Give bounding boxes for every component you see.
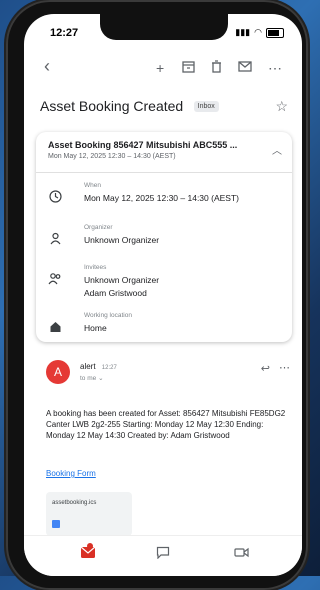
add-button[interactable]: +	[156, 60, 164, 76]
mark-unread-button[interactable]	[238, 60, 252, 76]
more-options-button[interactable]: ⋯	[268, 60, 282, 77]
when-row: When Mon May 12, 2025 12:30 – 14:30 (AES…	[48, 182, 282, 212]
notification-badge	[87, 543, 93, 549]
sender-time: 12:27	[101, 365, 117, 371]
organizer-value: Unknown Organizer	[84, 235, 160, 245]
organizer-row: Organizer Unknown Organizer	[48, 224, 282, 254]
location-label: Working location	[84, 312, 132, 319]
video-icon	[234, 547, 249, 558]
chevron-down-icon: ⌄	[98, 375, 104, 382]
nav-chat[interactable]	[156, 546, 170, 562]
email-subject: Asset Booking Created	[40, 98, 184, 114]
location-row: Working location Home	[48, 312, 282, 342]
divider	[36, 172, 292, 173]
attachment-card[interactable]: assetbooking.ics	[46, 492, 132, 536]
signal-icon: ▮▮▮	[235, 27, 251, 37]
clock-icon	[48, 190, 62, 204]
location-value: Home	[84, 323, 107, 333]
event-title: Asset Booking 856427 Mitsubishi ABC555 .…	[48, 140, 238, 150]
system-icons: ▮▮▮ ◠	[235, 27, 284, 38]
calendar-file-icon	[52, 520, 60, 528]
invitees-label: Invitees	[84, 264, 107, 271]
attachment-name: assetbooking.ics	[52, 500, 97, 506]
recipient-text: to me	[80, 375, 97, 382]
chat-icon	[156, 546, 170, 560]
when-label: When	[84, 182, 101, 189]
trash-icon	[212, 60, 221, 73]
notch	[100, 14, 228, 40]
subject-row: Asset Booking Created Inbox ☆	[40, 98, 288, 120]
invitee-item: Adam Gristwood	[84, 288, 147, 298]
location-body: Working location Home	[84, 312, 132, 335]
sender-name-line: alert 12:27	[80, 362, 117, 371]
screen: 12:27 ▮▮▮ ◠ ‹ + ⋯ Asset Booking Created	[24, 14, 302, 576]
message-more-icon[interactable]: ⋯	[279, 361, 290, 374]
when-body: When Mon May 12, 2025 12:30 – 14:30 (AES…	[84, 182, 239, 205]
inbox-label-chip[interactable]: Inbox	[193, 101, 219, 113]
event-subtitle: Mon May 12, 2025 12:30 – 14:30 (AEST)	[48, 153, 176, 160]
phone-frame: 12:27 ▮▮▮ ◠ ‹ + ⋯ Asset Booking Created	[6, 0, 308, 590]
mail-icon	[238, 61, 252, 72]
event-card-header: Asset Booking 856427 Mitsubishi ABC555 .…	[48, 140, 262, 160]
sender-name: alert	[80, 362, 96, 371]
invitee-item: Unknown Organizer	[84, 275, 160, 285]
wifi-icon: ◠	[254, 27, 262, 37]
when-value: Mon May 12, 2025 12:30 – 14:30 (AEST)	[84, 193, 239, 203]
delete-button[interactable]	[210, 60, 223, 76]
message-body: A booking has been created for Asset: 85…	[46, 409, 286, 440]
bottom-nav	[24, 535, 302, 576]
battery-icon	[266, 27, 284, 38]
person-icon	[48, 232, 62, 246]
collapse-chevron-icon[interactable]: ︿	[272, 142, 282, 157]
invitees-body: Invitees Unknown Organizer Adam Gristwoo…	[84, 264, 159, 300]
email-toolbar: ‹ + ⋯	[24, 56, 302, 84]
organizer-label: Organizer	[84, 224, 113, 231]
reply-icon[interactable]: ↩	[261, 362, 270, 375]
back-button[interactable]: ‹	[44, 56, 50, 77]
invitees-row: Invitees Unknown Organizer Adam Gristwoo…	[48, 264, 282, 308]
organizer-body: Organizer Unknown Organizer	[84, 224, 159, 247]
sender-row: A alert 12:27 to me ⌄ ↩ ⋯	[36, 358, 292, 398]
star-icon[interactable]: ☆	[275, 98, 288, 115]
archive-icon	[182, 61, 195, 73]
booking-form-link[interactable]: Booking Form	[46, 469, 96, 478]
home-icon	[48, 320, 62, 334]
event-card[interactable]: Asset Booking 856427 Mitsubishi ABC555 .…	[36, 132, 292, 342]
recipient-line[interactable]: to me ⌄	[80, 374, 104, 382]
archive-button[interactable]	[182, 60, 195, 76]
people-icon	[48, 272, 62, 286]
status-time: 12:27	[50, 27, 79, 39]
nav-meet[interactable]	[234, 546, 249, 562]
sender-avatar[interactable]: A	[46, 360, 70, 384]
nav-mail[interactable]	[80, 543, 96, 562]
